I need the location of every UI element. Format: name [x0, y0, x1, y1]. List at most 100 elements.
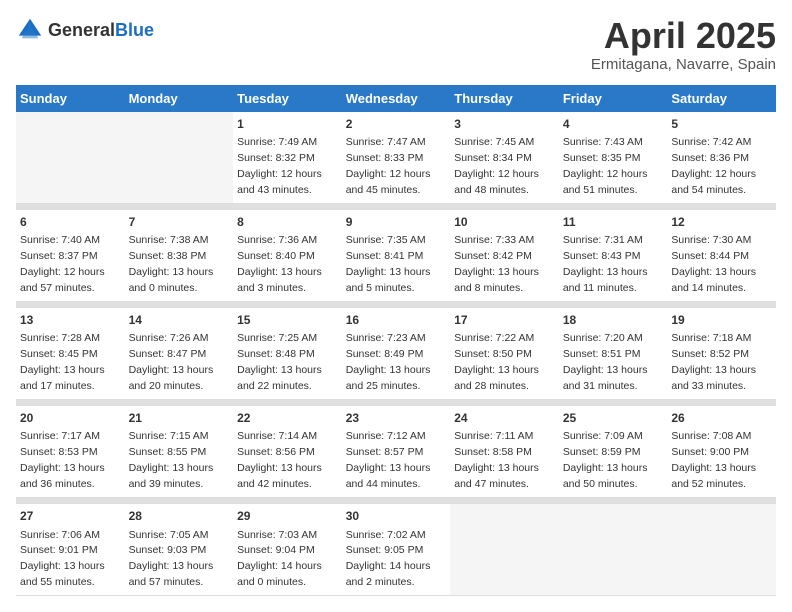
- sunset-text: Sunset: 8:57 PM: [346, 446, 424, 458]
- cell-w5-d0: 27 Sunrise: 7:06 AM Sunset: 9:01 PM Dayl…: [16, 504, 125, 596]
- sunset-text: Sunset: 8:55 PM: [129, 446, 207, 458]
- sunset-text: Sunset: 8:37 PM: [20, 250, 98, 262]
- day-number: 8: [237, 214, 338, 231]
- cell-w2-d5: 11 Sunrise: 7:31 AM Sunset: 8:43 PM Dayl…: [559, 209, 668, 301]
- page-header: General Blue April 2025 Ermitagana, Nava…: [16, 16, 776, 73]
- daylight-text: Daylight: 13 hours and 42 minutes.: [237, 462, 322, 490]
- sunrise-text: Sunrise: 7:08 AM: [671, 430, 751, 442]
- calendar-header: Sunday Monday Tuesday Wednesday Thursday…: [16, 85, 776, 112]
- sunset-text: Sunset: 8:59 PM: [563, 446, 641, 458]
- daylight-text: Daylight: 13 hours and 8 minutes.: [454, 266, 539, 294]
- logo-general-text: General: [48, 21, 115, 39]
- title-block: April 2025 Ermitagana, Navarre, Spain: [591, 16, 776, 73]
- daylight-text: Daylight: 14 hours and 2 minutes.: [346, 560, 431, 588]
- logo-icon: [16, 16, 44, 44]
- header-row: Sunday Monday Tuesday Wednesday Thursday…: [16, 85, 776, 112]
- cell-w3-d3: 16 Sunrise: 7:23 AM Sunset: 8:49 PM Dayl…: [342, 307, 451, 399]
- sunset-text: Sunset: 8:47 PM: [129, 348, 207, 360]
- col-friday: Friday: [559, 85, 668, 112]
- cell-w1-d2: 1 Sunrise: 7:49 AM Sunset: 8:32 PM Dayli…: [233, 112, 342, 204]
- day-number: 9: [346, 214, 447, 231]
- day-number: 18: [563, 312, 664, 329]
- daylight-text: Daylight: 13 hours and 0 minutes.: [129, 266, 214, 294]
- week-row-4: 20 Sunrise: 7:17 AM Sunset: 8:53 PM Dayl…: [16, 406, 776, 498]
- day-number: 17: [454, 312, 555, 329]
- cell-w3-d5: 18 Sunrise: 7:20 AM Sunset: 8:51 PM Dayl…: [559, 307, 668, 399]
- daylight-text: Daylight: 13 hours and 47 minutes.: [454, 462, 539, 490]
- sunset-text: Sunset: 8:56 PM: [237, 446, 315, 458]
- cell-w5-d6: [667, 504, 776, 596]
- sunrise-text: Sunrise: 7:06 AM: [20, 529, 100, 541]
- sunrise-text: Sunrise: 7:02 AM: [346, 529, 426, 541]
- sunrise-text: Sunrise: 7:47 AM: [346, 136, 426, 148]
- col-wednesday: Wednesday: [342, 85, 451, 112]
- cell-w1-d0: [16, 112, 125, 204]
- sunrise-text: Sunrise: 7:23 AM: [346, 332, 426, 344]
- sunset-text: Sunset: 9:04 PM: [237, 544, 315, 556]
- week-row-3: 13 Sunrise: 7:28 AM Sunset: 8:45 PM Dayl…: [16, 307, 776, 399]
- cell-w2-d0: 6 Sunrise: 7:40 AM Sunset: 8:37 PM Dayli…: [16, 209, 125, 301]
- day-number: 2: [346, 116, 447, 133]
- cell-w2-d1: 7 Sunrise: 7:38 AM Sunset: 8:38 PM Dayli…: [125, 209, 234, 301]
- sunrise-text: Sunrise: 7:31 AM: [563, 234, 643, 246]
- sunset-text: Sunset: 9:01 PM: [20, 544, 98, 556]
- cell-w5-d2: 29 Sunrise: 7:03 AM Sunset: 9:04 PM Dayl…: [233, 504, 342, 596]
- cell-w5-d3: 30 Sunrise: 7:02 AM Sunset: 9:05 PM Dayl…: [342, 504, 451, 596]
- cell-w4-d2: 22 Sunrise: 7:14 AM Sunset: 8:56 PM Dayl…: [233, 406, 342, 498]
- daylight-text: Daylight: 13 hours and 39 minutes.: [129, 462, 214, 490]
- sunrise-text: Sunrise: 7:03 AM: [237, 529, 317, 541]
- day-number: 29: [237, 508, 338, 525]
- cell-w5-d1: 28 Sunrise: 7:05 AM Sunset: 9:03 PM Dayl…: [125, 504, 234, 596]
- day-number: 7: [129, 214, 230, 231]
- sunrise-text: Sunrise: 7:40 AM: [20, 234, 100, 246]
- sunset-text: Sunset: 9:03 PM: [129, 544, 207, 556]
- day-number: 4: [563, 116, 664, 133]
- daylight-text: Daylight: 13 hours and 57 minutes.: [129, 560, 214, 588]
- sunset-text: Sunset: 8:45 PM: [20, 348, 98, 360]
- daylight-text: Daylight: 13 hours and 5 minutes.: [346, 266, 431, 294]
- daylight-text: Daylight: 12 hours and 45 minutes.: [346, 168, 431, 196]
- day-number: 27: [20, 508, 121, 525]
- sunrise-text: Sunrise: 7:25 AM: [237, 332, 317, 344]
- sunrise-text: Sunrise: 7:14 AM: [237, 430, 317, 442]
- daylight-text: Daylight: 12 hours and 57 minutes.: [20, 266, 105, 294]
- sunset-text: Sunset: 8:53 PM: [20, 446, 98, 458]
- day-number: 10: [454, 214, 555, 231]
- cell-w4-d6: 26 Sunrise: 7:08 AM Sunset: 9:00 PM Dayl…: [667, 406, 776, 498]
- col-saturday: Saturday: [667, 85, 776, 112]
- sunset-text: Sunset: 8:58 PM: [454, 446, 532, 458]
- calendar-body: 1 Sunrise: 7:49 AM Sunset: 8:32 PM Dayli…: [16, 112, 776, 596]
- daylight-text: Daylight: 12 hours and 51 minutes.: [563, 168, 648, 196]
- daylight-text: Daylight: 13 hours and 25 minutes.: [346, 364, 431, 392]
- daylight-text: Daylight: 13 hours and 11 minutes.: [563, 266, 648, 294]
- sunset-text: Sunset: 8:34 PM: [454, 152, 532, 164]
- logo: General Blue: [16, 16, 154, 44]
- cell-w3-d4: 17 Sunrise: 7:22 AM Sunset: 8:50 PM Dayl…: [450, 307, 559, 399]
- day-number: 16: [346, 312, 447, 329]
- sunrise-text: Sunrise: 7:05 AM: [129, 529, 209, 541]
- sunrise-text: Sunrise: 7:28 AM: [20, 332, 100, 344]
- sunrise-text: Sunrise: 7:38 AM: [129, 234, 209, 246]
- daylight-text: Daylight: 13 hours and 52 minutes.: [671, 462, 756, 490]
- daylight-text: Daylight: 13 hours and 17 minutes.: [20, 364, 105, 392]
- day-number: 20: [20, 410, 121, 427]
- sunset-text: Sunset: 8:36 PM: [671, 152, 749, 164]
- cell-w2-d2: 8 Sunrise: 7:36 AM Sunset: 8:40 PM Dayli…: [233, 209, 342, 301]
- cell-w5-d5: [559, 504, 668, 596]
- col-sunday: Sunday: [16, 85, 125, 112]
- daylight-text: Daylight: 13 hours and 44 minutes.: [346, 462, 431, 490]
- day-number: 14: [129, 312, 230, 329]
- day-number: 22: [237, 410, 338, 427]
- calendar-table: Sunday Monday Tuesday Wednesday Thursday…: [16, 85, 776, 597]
- cell-w2-d3: 9 Sunrise: 7:35 AM Sunset: 8:41 PM Dayli…: [342, 209, 451, 301]
- sunrise-text: Sunrise: 7:35 AM: [346, 234, 426, 246]
- cell-w2-d6: 12 Sunrise: 7:30 AM Sunset: 8:44 PM Dayl…: [667, 209, 776, 301]
- cell-w4-d5: 25 Sunrise: 7:09 AM Sunset: 8:59 PM Dayl…: [559, 406, 668, 498]
- cell-w3-d1: 14 Sunrise: 7:26 AM Sunset: 8:47 PM Dayl…: [125, 307, 234, 399]
- sunrise-text: Sunrise: 7:18 AM: [671, 332, 751, 344]
- sunrise-text: Sunrise: 7:30 AM: [671, 234, 751, 246]
- day-number: 12: [671, 214, 772, 231]
- sunrise-text: Sunrise: 7:09 AM: [563, 430, 643, 442]
- sunrise-text: Sunrise: 7:49 AM: [237, 136, 317, 148]
- col-thursday: Thursday: [450, 85, 559, 112]
